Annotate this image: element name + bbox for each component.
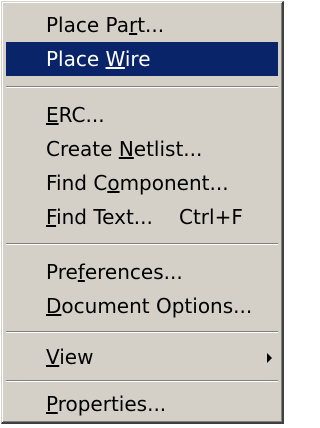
menu-item-label: Place Part... (46, 13, 165, 37)
shortcut-label: Ctrl+F (179, 205, 243, 229)
menu-item-properties[interactable]: Properties... (6, 387, 278, 421)
menu-item-preferences[interactable]: Preferences... (6, 255, 278, 289)
menu-item-place-wire[interactable]: Place Wire (6, 42, 278, 76)
menu-separator (6, 86, 278, 88)
menu-separator (6, 380, 278, 382)
menu-item-label: View (46, 345, 94, 369)
submenu-arrow-icon (267, 353, 272, 363)
menu-separator (6, 243, 278, 245)
menu-item-label: Find Text... (46, 205, 153, 229)
menu-item-label: ERC... (46, 103, 105, 127)
menu-item-find-component[interactable]: Find Component... (6, 166, 278, 200)
menu-item-label: Find Component... (46, 171, 229, 195)
menu-item-document-options[interactable]: Document Options... (6, 289, 278, 323)
menu-item-label: Properties... (46, 392, 167, 416)
menu-item-view[interactable]: View (6, 340, 278, 374)
menu-item-label: Document Options... (46, 294, 253, 318)
menu-item-create-netlist[interactable]: Create Netlist... (6, 132, 278, 166)
menu-separator (6, 331, 278, 333)
context-menu: Place Part... Place Wire ERC... Create N… (1, 1, 284, 424)
menu-item-erc[interactable]: ERC... (6, 98, 278, 132)
menu-item-find-text[interactable]: Find Text... Ctrl+F (6, 200, 278, 234)
menu-item-label: Place Wire (46, 47, 151, 71)
menu-item-label: Preferences... (46, 260, 183, 284)
menu-item-place-part[interactable]: Place Part... (6, 8, 278, 42)
menu-item-label: Create Netlist... (46, 137, 203, 161)
